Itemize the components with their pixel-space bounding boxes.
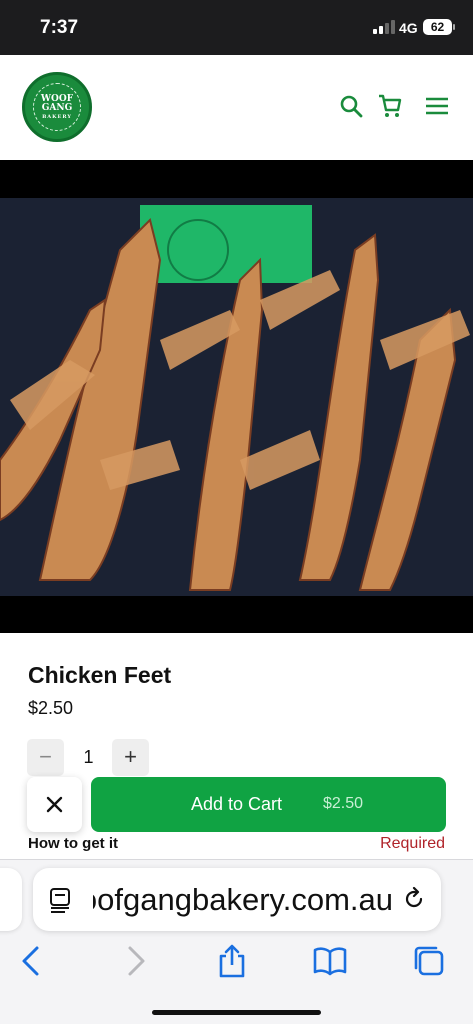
network-type: 4G [399,20,418,36]
logo-wordmark: WOOF GANG BAKERY [40,94,74,121]
search-icon[interactable] [338,93,364,119]
status-time: 7:37 [40,17,79,38]
cellular-signal-icon [373,20,395,34]
cart-icon[interactable] [377,93,403,119]
reader-mode-icon[interactable] [49,887,73,913]
battery-icon: 62 [423,19,452,35]
reload-icon[interactable] [401,886,427,912]
product-image[interactable] [0,160,473,633]
tabs-icon[interactable] [412,944,446,978]
quantity-decrease-button[interactable]: − [27,739,64,776]
bookmarks-icon[interactable] [313,944,347,978]
battery-tip [453,24,455,30]
add-to-cart-button[interactable]: Add to Cart $2.50 [91,777,446,832]
home-indicator [152,1010,321,1015]
site-header: WOOF GANG BAKERY [0,55,473,160]
menu-icon[interactable] [424,93,450,119]
close-button[interactable] [27,777,82,832]
previous-tab-preview[interactable] [0,868,22,931]
status-bar: 7:37 4G 62 [0,0,473,55]
share-icon[interactable] [215,944,249,978]
address-bar[interactable]: woofgangbakery.com.au [33,868,441,931]
product-price: $2.50 [28,698,74,718]
fulfillment-label: How to get it [28,835,118,852]
add-to-cart-label: Add to Cart [191,794,283,814]
forward-icon[interactable] [118,944,152,978]
add-to-cart-price: $2.50 [323,795,364,812]
brand-logo[interactable]: WOOF GANG BAKERY [22,72,92,142]
product-photo [0,160,473,633]
browser-toolbar: woofgangbakery.com.au [0,859,473,1024]
quantity-value: 1 [83,747,94,767]
url-text: woofgangbakery.com.au [93,882,393,917]
quantity-increase-button[interactable]: + [112,739,149,776]
close-icon [46,796,63,813]
product-title: Chicken Feet [28,662,172,688]
back-icon[interactable] [15,944,49,978]
required-label: Required [380,835,445,852]
